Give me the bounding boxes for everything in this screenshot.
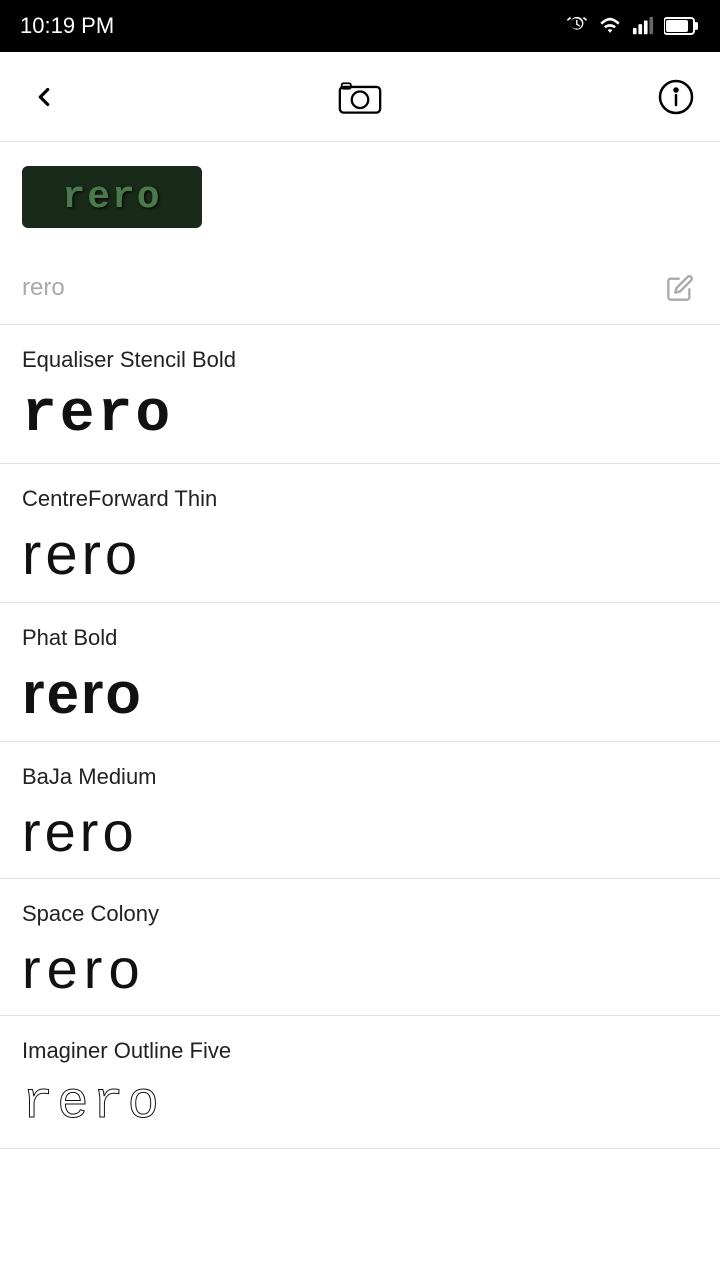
info-button[interactable]	[654, 75, 698, 119]
top-bar	[0, 52, 720, 142]
font-preview-text: rero	[62, 176, 161, 219]
font-item-sample: rero	[22, 804, 698, 860]
font-item-sample: rero	[22, 665, 698, 723]
status-time: 10:19 PM	[20, 13, 114, 39]
font-item[interactable]: Equaliser Stencil Bold rero	[0, 325, 720, 464]
status-bar: 10:19 PM	[0, 0, 720, 52]
font-item-sample: rero	[22, 526, 698, 584]
camera-button[interactable]	[338, 75, 382, 119]
font-item[interactable]: Space Colony rero	[0, 879, 720, 1016]
search-row: rero	[0, 252, 720, 325]
font-preview-banner: rero	[22, 166, 202, 228]
font-item[interactable]: Phat Bold rero	[0, 603, 720, 742]
preview-area: rero	[0, 142, 720, 252]
font-item-name: BaJa Medium	[22, 764, 698, 790]
search-placeholder[interactable]: rero	[22, 274, 65, 302]
alarm-icon	[566, 15, 588, 37]
font-item-sample: rero	[22, 387, 698, 445]
font-item-name: Imaginer Outline Five	[22, 1038, 698, 1064]
font-item[interactable]: CentreForward Thin rero	[0, 464, 720, 603]
font-item[interactable]: Imaginer Outline Five rero	[0, 1016, 720, 1149]
status-icons	[566, 15, 700, 37]
battery-icon	[664, 15, 700, 37]
signal-icon	[632, 15, 654, 37]
back-button[interactable]	[22, 75, 66, 119]
font-list: Equaliser Stencil BoldreroCentreForward …	[0, 325, 720, 1149]
font-item-name: Equaliser Stencil Bold	[22, 347, 698, 373]
edit-button[interactable]	[662, 270, 698, 306]
font-item-sample: rero	[22, 941, 698, 997]
font-item-name: Space Colony	[22, 901, 698, 927]
font-item-name: CentreForward Thin	[22, 486, 698, 512]
font-item-name: Phat Bold	[22, 625, 698, 651]
font-item[interactable]: BaJa Medium rero	[0, 742, 720, 879]
font-item-sample: rero	[22, 1078, 698, 1130]
wifi-icon	[598, 15, 622, 37]
